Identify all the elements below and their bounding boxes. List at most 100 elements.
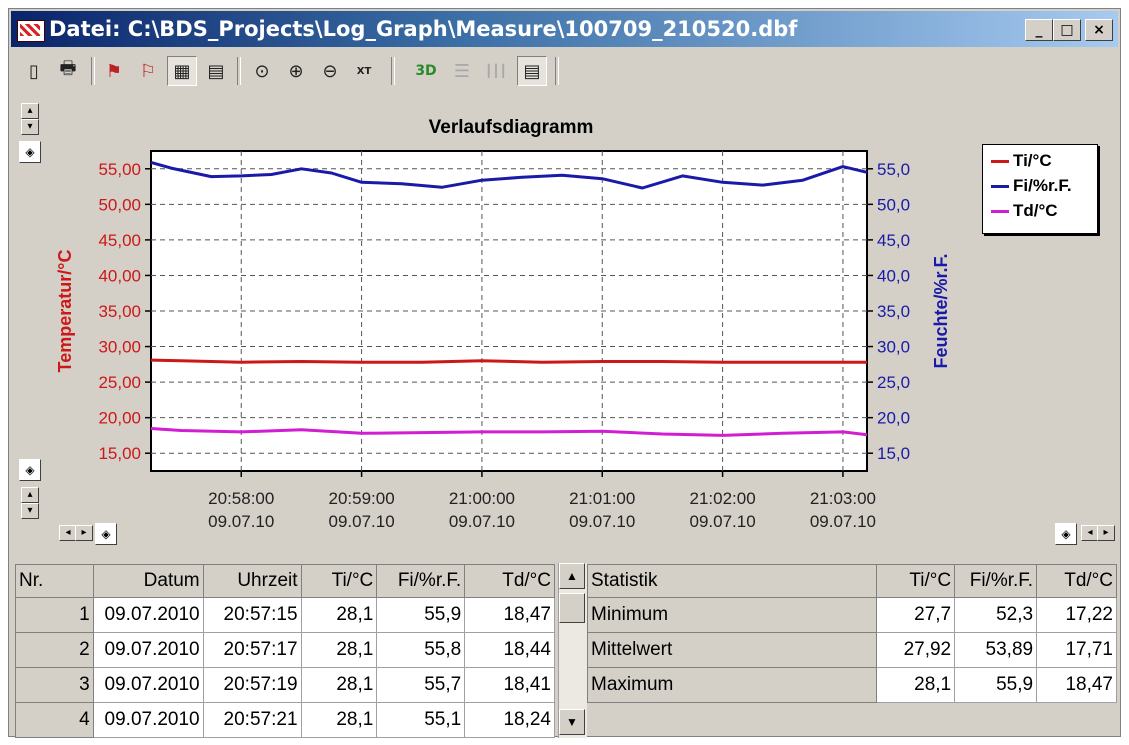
column-header-ti[interactable]: Ti/°C (876, 564, 956, 598)
stats-fi: 53,89 (954, 632, 1038, 668)
y-left-tick-label: 15,00 (98, 444, 141, 463)
y-left-tick-label: 40,00 (98, 266, 141, 285)
cell-datum[interactable]: 09.07.2010 (92, 702, 204, 738)
row-number[interactable]: 1 (15, 597, 94, 633)
cell-fi[interactable]: 55,1 (376, 702, 466, 738)
table-row[interactable]: 4 09.07.2010 20:57:21 28,1 55,1 18,24 (15, 702, 555, 738)
row-number[interactable]: 4 (15, 702, 94, 738)
stats-ti: 27,92 (876, 632, 956, 668)
cell-fi[interactable]: 55,8 (376, 632, 466, 668)
y-right-tick-label: 50,0 (877, 195, 910, 214)
x-tick-label-date: 09.07.10 (690, 512, 756, 531)
cell-uhrzeit[interactable]: 20:57:15 (202, 597, 302, 633)
cell-uhrzeit[interactable]: 20:57:17 (202, 632, 302, 668)
table-header-row: Nr. Datum Uhrzeit Ti/°C Fi/%r.F. Td/°C (15, 564, 555, 598)
new-icon[interactable]: ▯ (19, 56, 49, 86)
y-right-tick-label: 45,0 (877, 231, 910, 250)
cell-datum[interactable]: 09.07.2010 (92, 667, 204, 703)
statistics-table: Statistik Ti/°C Fi/%r.F. Td/°C Minimum 2… (586, 564, 1117, 703)
cell-uhrzeit[interactable]: 20:57:21 (202, 702, 302, 738)
stats-ti: 27,7 (876, 597, 956, 633)
graph-grid-icon[interactable]: ▦ (167, 56, 197, 86)
column-header-td[interactable]: Td/°C (464, 564, 555, 598)
y-left-tick-label: 55,00 (98, 160, 141, 179)
cell-ti[interactable]: 28,1 (300, 667, 378, 703)
toolbar: ▯ 🖶 ⚑ ⚐ ▦ ▤ ⊙ ⊕ ⊖ XT 3D ☰ ┃┃┃ ▤ (11, 49, 1118, 93)
3d-icon[interactable]: 3D (411, 56, 441, 86)
app-icon[interactable] (17, 20, 45, 42)
column-header-nr[interactable]: Nr. (15, 564, 94, 598)
zoom-out-icon[interactable]: ⊖ (315, 56, 345, 86)
chart-legend[interactable]: Ti/°C Fi/%r.F. Td/°C (982, 144, 1098, 234)
column-header-fi[interactable]: Fi/%r.F. (954, 564, 1038, 598)
cell-ti[interactable]: 28,1 (300, 597, 378, 633)
table-row[interactable]: 3 09.07.2010 20:57:19 28,1 55,7 18,41 (15, 667, 555, 703)
row-number[interactable]: 3 (15, 667, 94, 703)
cell-ti[interactable]: 28,1 (300, 632, 378, 668)
legend-icon[interactable]: ▤ (517, 56, 547, 86)
table-vertical-scrollbar[interactable]: ▲ ▼ (558, 563, 587, 738)
stats-ti: 28,1 (876, 667, 956, 703)
graph-flag-icon[interactable]: ⚑ (99, 56, 129, 86)
title-bar[interactable]: Datei: C:\BDS_Projects\Log_Graph\Measure… (11, 11, 1118, 47)
minimize-button[interactable]: _ (1025, 19, 1053, 41)
row-number[interactable]: 2 (15, 632, 94, 668)
column-header-uhrzeit[interactable]: Uhrzeit (202, 564, 302, 598)
zoom-in-icon[interactable]: ⊕ (281, 56, 311, 86)
scroll-up-arrow-icon[interactable]: ▲ (559, 563, 585, 589)
cell-td[interactable]: 18,47 (464, 597, 555, 633)
zoom-fit-icon[interactable]: ⊙ (247, 56, 277, 86)
x-tick-label-time: 21:01:00 (569, 489, 635, 508)
cell-datum[interactable]: 09.07.2010 (92, 632, 204, 668)
y-right-tick-label: 25,0 (877, 373, 910, 392)
cell-uhrzeit[interactable]: 20:57:19 (202, 667, 302, 703)
plot-area (150, 150, 868, 472)
table-row[interactable]: 1 09.07.2010 20:57:15 28,1 55,9 18,47 (15, 597, 555, 633)
table-header-row: Statistik Ti/°C Fi/%r.F. Td/°C (586, 564, 1117, 598)
x-tick-label-time: 20:59:00 (328, 489, 394, 508)
stats-fi: 52,3 (954, 597, 1038, 633)
legend-label: Fi/%r.F. (1013, 176, 1072, 195)
x-tick-label-date: 09.07.10 (810, 512, 876, 531)
cell-ti[interactable]: 28,1 (300, 702, 378, 738)
legend-label: Ti/°C (1013, 151, 1052, 170)
table-icon[interactable]: ▤ (201, 56, 231, 86)
cell-td[interactable]: 18,41 (464, 667, 555, 703)
graph-cursor-icon[interactable]: ⚐ (133, 56, 163, 86)
stats-row-maximum: Maximum 28,1 55,9 18,47 (586, 667, 1117, 703)
x-tick-label-date: 09.07.10 (328, 512, 394, 531)
zoom-xt-icon[interactable]: XT (349, 56, 379, 86)
cell-td[interactable]: 18,24 (464, 702, 555, 738)
legend-swatch (991, 184, 1009, 188)
cell-td[interactable]: 18,44 (464, 632, 555, 668)
column-header-ti[interactable]: Ti/°C (300, 564, 378, 598)
chart-panel: ▴ ▾ ◈ ◈ ▴ ▾ ◂ ▸ ◈ ◈ ◂ ▸ Verlaufsdiagramm… (11, 95, 1118, 555)
maximize-button[interactable]: □ (1053, 19, 1081, 41)
vertical-lines-icon: ┃┃┃ (485, 64, 507, 78)
toolbar-separator (555, 57, 559, 85)
horizontal-lines-icon: ☰ (453, 60, 471, 82)
app-window: Datei: C:\BDS_Projects\Log_Graph\Measure… (8, 8, 1121, 738)
line-chart[interactable]: 55,0050,0045,0040,0035,0030,0025,0020,00… (11, 95, 1118, 555)
data-table: Nr. Datum Uhrzeit Ti/°C Fi/%r.F. Td/°C 1… (15, 564, 555, 738)
y-right-tick-label: 20,0 (877, 409, 910, 428)
window-title: Datei: C:\BDS_Projects\Log_Graph\Measure… (49, 17, 798, 41)
column-header-td[interactable]: Td/°C (1036, 564, 1117, 598)
column-header-fi[interactable]: Fi/%r.F. (376, 564, 466, 598)
scroll-down-arrow-icon[interactable]: ▼ (559, 709, 585, 735)
print-icon[interactable]: 🖶 (53, 56, 83, 86)
legend-swatch (991, 159, 1009, 163)
tables-area: Nr. Datum Uhrzeit Ti/°C Fi/%r.F. Td/°C 1… (11, 555, 1118, 738)
y-left-tick-label: 35,00 (98, 302, 141, 321)
cell-fi[interactable]: 55,7 (376, 667, 466, 703)
column-header-datum[interactable]: Datum (92, 564, 204, 598)
toolbar-separator (391, 57, 395, 85)
scrollbar-thumb[interactable] (559, 593, 585, 623)
y-right-tick-label: 15,0 (877, 444, 910, 463)
close-button[interactable]: × (1085, 19, 1113, 41)
table-row[interactable]: 2 09.07.2010 20:57:17 28,1 55,8 18,44 (15, 632, 555, 668)
column-header-statistik[interactable]: Statistik (586, 564, 878, 598)
cell-datum[interactable]: 09.07.2010 (92, 597, 204, 633)
stats-td: 17,22 (1036, 597, 1117, 633)
cell-fi[interactable]: 55,9 (376, 597, 466, 633)
